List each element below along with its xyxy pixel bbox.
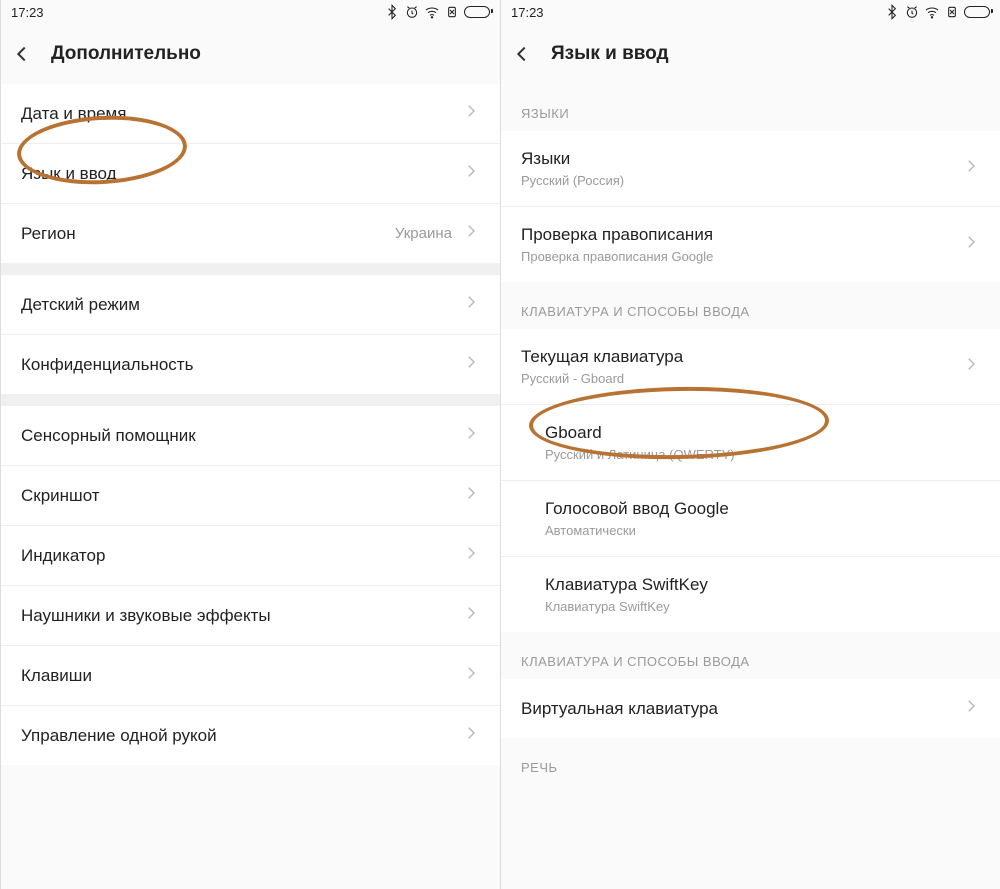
item-sublabel: Клавиатура SwiftKey bbox=[545, 599, 708, 614]
chevron-right-icon bbox=[462, 353, 480, 376]
vibrate-icon bbox=[944, 4, 960, 20]
battery-icon bbox=[964, 6, 990, 18]
item-google-voice[interactable]: Голосовой ввод Google Автоматически bbox=[501, 481, 1000, 557]
chevron-right-icon bbox=[962, 233, 980, 256]
chevron-right-icon bbox=[462, 604, 480, 627]
item-label: Скриншот bbox=[21, 486, 100, 506]
item-label: Клавиатура SwiftKey bbox=[545, 575, 708, 595]
item-virtual-keyboard[interactable]: Виртуальная клавиатура bbox=[501, 679, 1000, 738]
item-onehand[interactable]: Управление одной рукой bbox=[1, 706, 500, 765]
item-label: Проверка правописания bbox=[521, 225, 713, 245]
item-label: Языки bbox=[521, 149, 624, 169]
alarm-icon bbox=[404, 4, 420, 20]
item-keys[interactable]: Клавиши bbox=[1, 646, 500, 706]
chevron-right-icon bbox=[462, 724, 480, 747]
header: Язык и ввод bbox=[501, 24, 1000, 84]
item-childmode[interactable]: Детский режим bbox=[1, 275, 500, 335]
section-languages: ЯЗЫКИ bbox=[501, 84, 1000, 131]
item-label: Клавиши bbox=[21, 666, 92, 686]
item-sublabel: Автоматически bbox=[545, 523, 729, 538]
chevron-right-icon bbox=[962, 697, 980, 720]
status-bar: 17:23 bbox=[1, 0, 500, 24]
item-datetime[interactable]: Дата и время bbox=[1, 84, 500, 144]
item-label: Виртуальная клавиатура bbox=[521, 699, 718, 719]
back-button[interactable] bbox=[11, 43, 33, 65]
wifi-icon bbox=[424, 4, 440, 20]
status-time: 17:23 bbox=[11, 5, 44, 20]
item-label: Индикатор bbox=[21, 546, 105, 566]
item-label: Голосовой ввод Google bbox=[545, 499, 729, 519]
settings-list: ЯЗЫКИ Языки Русский (Россия) Проверка пр… bbox=[501, 84, 1000, 889]
alarm-icon bbox=[904, 4, 920, 20]
item-label: Управление одной рукой bbox=[21, 726, 217, 746]
status-icons bbox=[384, 4, 490, 20]
phone-right: 17:23 Язык и ввод ЯЗЫКИ Языки Русский (Р… bbox=[500, 0, 1000, 889]
page-title: Язык и ввод bbox=[551, 43, 669, 65]
chevron-right-icon bbox=[962, 157, 980, 180]
header: Дополнительно bbox=[1, 24, 500, 84]
chevron-right-icon bbox=[462, 484, 480, 507]
chevron-right-icon bbox=[462, 162, 480, 185]
settings-list: Дата и время Язык и ввод Регион Украина … bbox=[1, 84, 500, 889]
item-spellcheck[interactable]: Проверка правописания Проверка правописа… bbox=[501, 207, 1000, 282]
back-button[interactable] bbox=[511, 43, 533, 65]
page-title: Дополнительно bbox=[51, 43, 201, 65]
battery-icon bbox=[464, 6, 490, 18]
item-value: Украина bbox=[395, 225, 452, 242]
phone-left: 17:23 Дополнительно Дата и время Язык и … bbox=[0, 0, 500, 889]
wifi-icon bbox=[924, 4, 940, 20]
section-speech: РЕЧЬ bbox=[501, 738, 1000, 785]
item-label: Конфиденциальность bbox=[21, 355, 193, 375]
item-privacy[interactable]: Конфиденциальность bbox=[1, 335, 500, 394]
item-indicator[interactable]: Индикатор bbox=[1, 526, 500, 586]
item-region[interactable]: Регион Украина bbox=[1, 204, 500, 263]
group-divider bbox=[1, 394, 500, 406]
item-gboard[interactable]: Gboard Русский и Латиница (QWERTY) bbox=[501, 405, 1000, 481]
chevron-right-icon bbox=[462, 424, 480, 447]
chevron-right-icon bbox=[462, 222, 480, 245]
item-screenshot[interactable]: Скриншот bbox=[1, 466, 500, 526]
item-language-input[interactable]: Язык и ввод bbox=[1, 144, 500, 204]
item-sublabel: Русский и Латиница (QWERTY) bbox=[545, 447, 735, 462]
item-label: Язык и ввод bbox=[21, 164, 117, 184]
section-input-methods-2: КЛАВИАТУРА И СПОСОБЫ ВВОДА bbox=[501, 632, 1000, 679]
chevron-right-icon bbox=[962, 355, 980, 378]
status-time: 17:23 bbox=[511, 5, 544, 20]
section-input-methods: КЛАВИАТУРА И СПОСОБЫ ВВОДА bbox=[501, 282, 1000, 329]
item-label: Регион bbox=[21, 224, 76, 244]
item-languages[interactable]: Языки Русский (Россия) bbox=[501, 131, 1000, 207]
item-label: Сенсорный помощник bbox=[21, 426, 196, 446]
chevron-right-icon bbox=[462, 544, 480, 567]
item-sublabel: Русский (Россия) bbox=[521, 173, 624, 188]
bluetooth-icon bbox=[884, 4, 900, 20]
bluetooth-icon bbox=[384, 4, 400, 20]
chevron-right-icon bbox=[462, 664, 480, 687]
item-label: Gboard bbox=[545, 423, 735, 443]
item-label: Текущая клавиатура bbox=[521, 347, 683, 367]
status-bar: 17:23 bbox=[501, 0, 1000, 24]
item-label: Наушники и звуковые эффекты bbox=[21, 606, 271, 626]
chevron-right-icon bbox=[462, 102, 480, 125]
item-headphones[interactable]: Наушники и звуковые эффекты bbox=[1, 586, 500, 646]
item-sublabel: Проверка правописания Google bbox=[521, 249, 713, 264]
group-divider bbox=[1, 263, 500, 275]
item-sublabel: Русский - Gboard bbox=[521, 371, 683, 386]
item-swiftkey[interactable]: Клавиатура SwiftKey Клавиатура SwiftKey bbox=[501, 557, 1000, 632]
vibrate-icon bbox=[444, 4, 460, 20]
item-touch-assistant[interactable]: Сенсорный помощник bbox=[1, 406, 500, 466]
item-current-keyboard[interactable]: Текущая клавиатура Русский - Gboard bbox=[501, 329, 1000, 405]
chevron-right-icon bbox=[462, 293, 480, 316]
status-icons bbox=[884, 4, 990, 20]
item-label: Дата и время bbox=[21, 104, 126, 124]
item-label: Детский режим bbox=[21, 295, 140, 315]
